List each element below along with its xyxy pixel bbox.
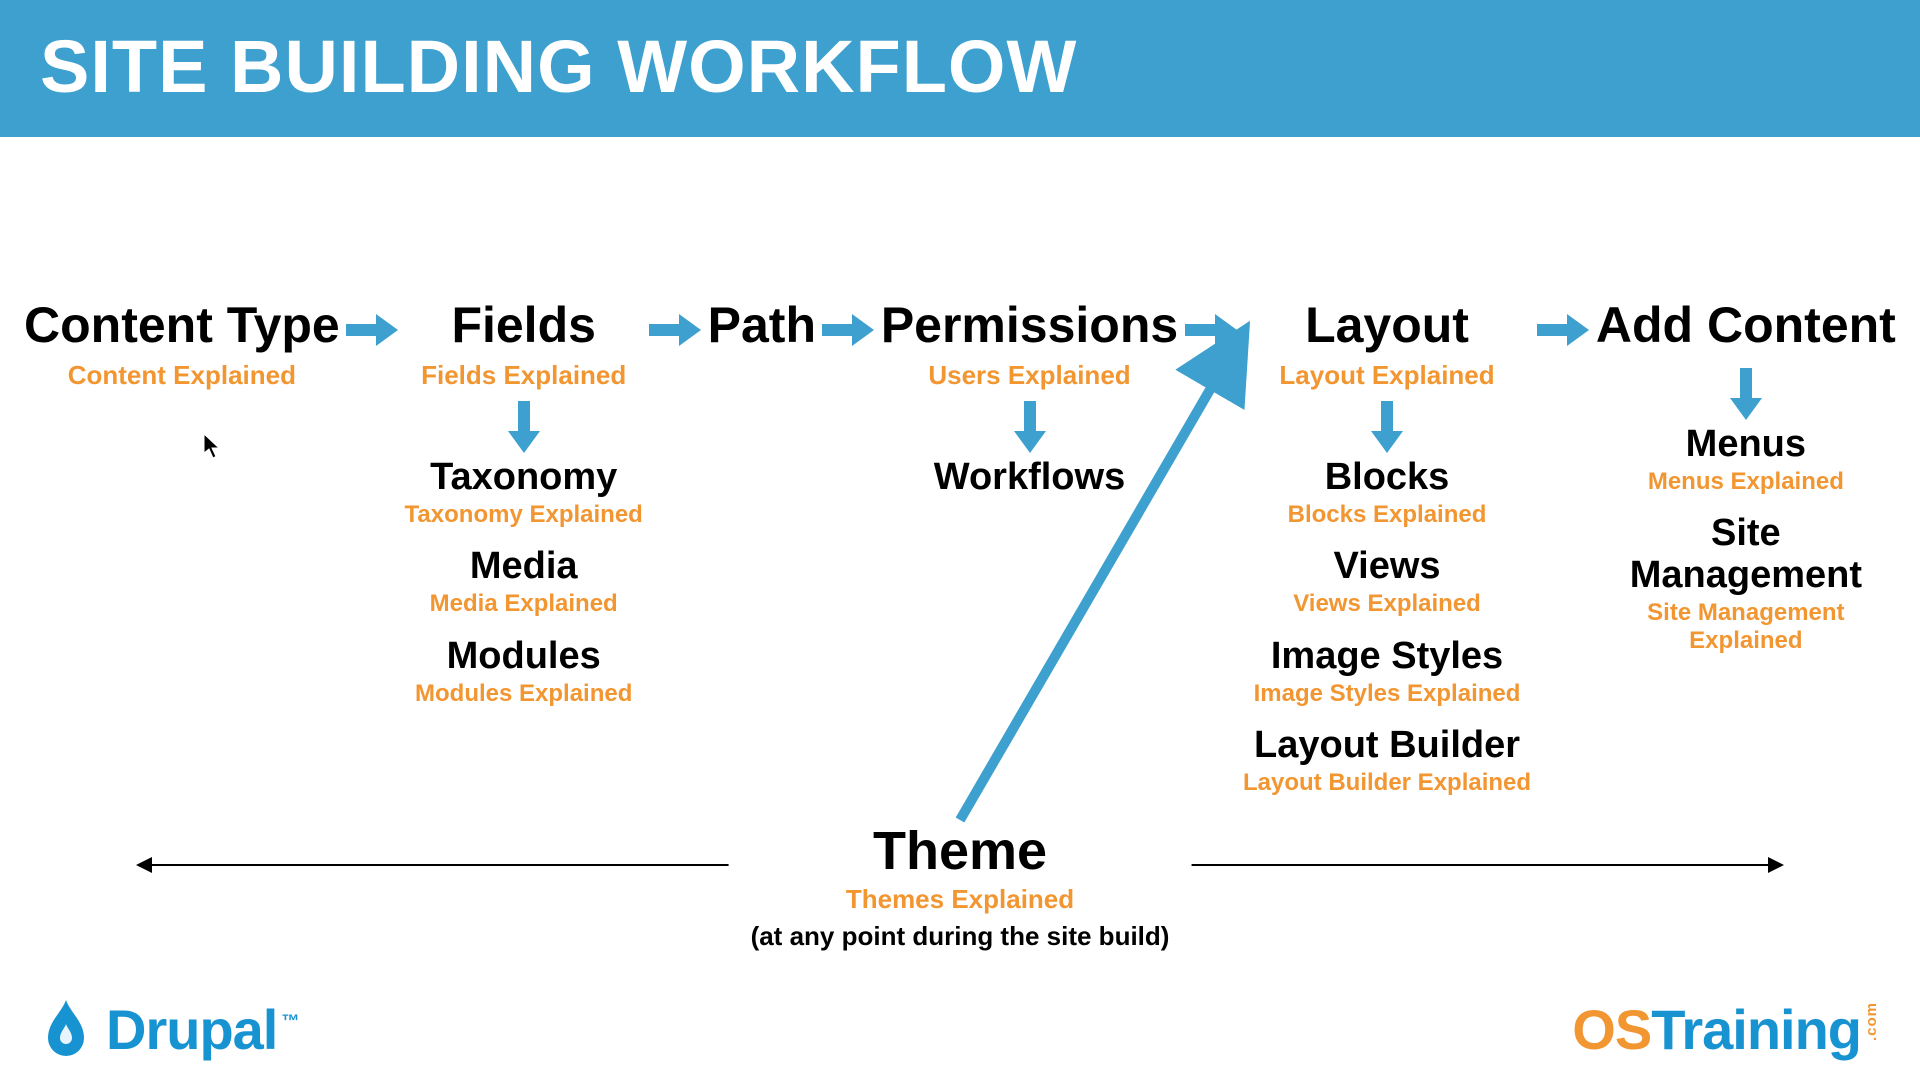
slide-title: SITE BUILDING WORKFLOW — [40, 25, 1077, 108]
sub-item-image-styles: Image Styles Image Styles Explained — [1243, 636, 1531, 707]
sub-item-views: Views Views Explained — [1243, 546, 1531, 617]
arrow-right-icon — [1537, 312, 1589, 348]
arrow-down-icon — [1369, 401, 1405, 453]
step-title: Add Content — [1596, 300, 1896, 350]
sub-label: Menus — [1596, 424, 1896, 466]
sub-item-workflows: Workflows — [881, 457, 1178, 499]
os-domain: .com — [1863, 1002, 1880, 1041]
arrow-right-icon — [822, 312, 874, 348]
theme-block: Theme Themes Explained (at any point dur… — [729, 824, 1192, 952]
theme-explained: Themes Explained — [751, 884, 1170, 915]
sub-label: Views — [1243, 546, 1531, 588]
sub-explained: Media Explained — [405, 590, 643, 618]
arrow-down-icon — [506, 401, 542, 453]
sub-item-media: Media Media Explained — [405, 546, 643, 617]
step-title: Path — [708, 300, 816, 350]
drupal-text: Drupal — [106, 998, 277, 1061]
step-permissions: Permissions Users Explained Workflows — [881, 300, 1178, 499]
arrow-down-icon — [1012, 401, 1048, 453]
drupal-drop-icon — [40, 998, 92, 1062]
sub-label: Modules — [405, 636, 643, 678]
sub-label: Blocks — [1243, 457, 1531, 499]
arrow-right-icon — [1185, 312, 1237, 348]
step-subtitle: Layout Explained — [1243, 360, 1531, 391]
step-subtitle: Content Explained — [24, 360, 340, 391]
step-add-content: Add Content Menus Menus Explained Site M… — [1596, 300, 1896, 654]
step-title: Layout — [1243, 300, 1531, 350]
step-title: Content Type — [24, 300, 340, 350]
trademark-symbol: ™ — [281, 1011, 298, 1031]
step-title: Fields — [405, 300, 643, 350]
step-path: Path — [708, 300, 816, 350]
step-title: Permissions — [881, 300, 1178, 350]
sub-item-modules: Modules Modules Explained — [405, 636, 643, 707]
sub-explained: Layout Builder Explained — [1243, 769, 1531, 797]
sub-explained: Blocks Explained — [1243, 501, 1531, 529]
sub-explained: Image Styles Explained — [1243, 680, 1531, 708]
sub-explained: Taxonomy Explained — [405, 501, 643, 529]
step-subtitle: Users Explained — [881, 360, 1178, 391]
theme-label: Theme — [751, 824, 1170, 878]
step-content-type: Content Type Content Explained — [24, 300, 340, 391]
sub-item-taxonomy: Taxonomy Taxonomy Explained — [405, 457, 643, 528]
sub-item-site-management: Site Management Site Management Explaine… — [1596, 513, 1896, 654]
sub-label: Site Management — [1596, 513, 1896, 597]
theme-note: (at any point during the site build) — [751, 921, 1170, 952]
fields-children: Taxonomy Taxonomy Explained Media Media … — [405, 457, 643, 707]
sub-label: Workflows — [881, 457, 1178, 499]
step-layout: Layout Layout Explained Blocks Blocks Ex… — [1243, 300, 1531, 797]
arrow-right-icon — [649, 312, 701, 348]
drupal-logo: Drupal™ — [40, 997, 294, 1062]
cursor-icon — [203, 433, 221, 459]
addcontent-children: Menus Menus Explained Site Management Si… — [1596, 424, 1896, 654]
sub-item-layout-builder: Layout Builder Layout Builder Explained — [1243, 725, 1531, 796]
arrow-down-icon — [1728, 368, 1764, 420]
drupal-wordmark: Drupal™ — [106, 997, 294, 1062]
step-fields: Fields Fields Explained Taxonomy Taxonom… — [405, 300, 643, 707]
permissions-children: Workflows — [881, 457, 1178, 499]
sub-explained: Menus Explained — [1596, 468, 1896, 496]
os-prefix: OS — [1572, 998, 1651, 1061]
sub-label: Taxonomy — [405, 457, 643, 499]
step-subtitle: Fields Explained — [405, 360, 643, 391]
arrow-right-icon — [346, 312, 398, 348]
sub-item-blocks: Blocks Blocks Explained — [1243, 457, 1531, 528]
sub-label: Media — [405, 546, 643, 588]
ostraining-logo: OSTraining.com — [1572, 997, 1880, 1062]
sub-explained: Modules Explained — [405, 680, 643, 708]
slide: SITE BUILDING WORKFLOW Content Type Cont… — [0, 0, 1920, 1080]
sub-label: Image Styles — [1243, 636, 1531, 678]
layout-children: Blocks Blocks Explained Views Views Expl… — [1243, 457, 1531, 797]
os-suffix: Training — [1651, 998, 1861, 1061]
sub-label: Layout Builder — [1243, 725, 1531, 767]
sub-explained: Views Explained — [1243, 590, 1531, 618]
workflow-row: Content Type Content Explained Fields Fi… — [24, 300, 1896, 797]
sub-item-menus: Menus Menus Explained — [1596, 424, 1896, 495]
title-bar: SITE BUILDING WORKFLOW — [0, 0, 1920, 137]
sub-explained: Site Management Explained — [1596, 599, 1896, 654]
